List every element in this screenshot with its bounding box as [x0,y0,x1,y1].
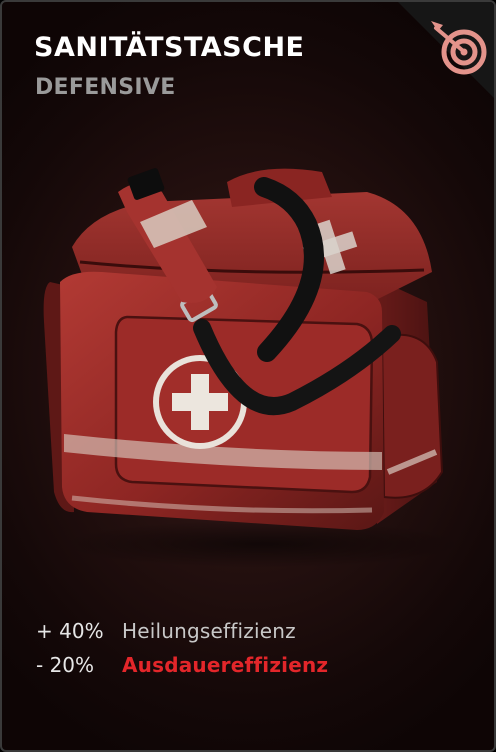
stat-row-healing: + 40% Heilungseffizienz [36,614,328,648]
stat-label: Heilungseffizienz [122,619,296,643]
item-card: SANITÄTSTASCHE DEFENSIVE + 40% Heilungse… [0,0,496,752]
medic-bag-icon [43,168,462,568]
stat-label: Ausdauereffizienz [122,653,329,677]
stat-value: - 20% [36,653,95,677]
category-badge [398,2,494,98]
item-category: DEFENSIVE [35,75,176,100]
stat-row-stamina: - 20% Ausdauereffizienz [36,648,328,682]
stat-value: + 40% [36,619,104,643]
stats-list: + 40% Heilungseffizienz - 20% Ausdaueref… [36,614,328,682]
item-title: SANITÄTSTASCHE [34,32,305,63]
